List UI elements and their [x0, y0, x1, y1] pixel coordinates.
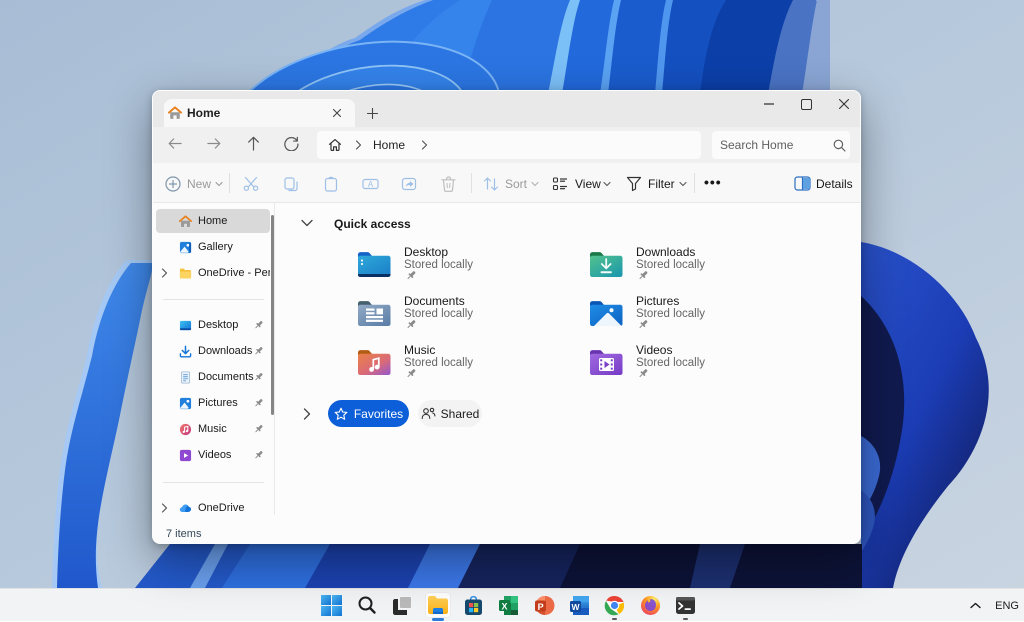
svg-text:W: W	[571, 602, 580, 612]
svg-text:P: P	[537, 601, 543, 611]
svg-text:X: X	[501, 601, 507, 611]
